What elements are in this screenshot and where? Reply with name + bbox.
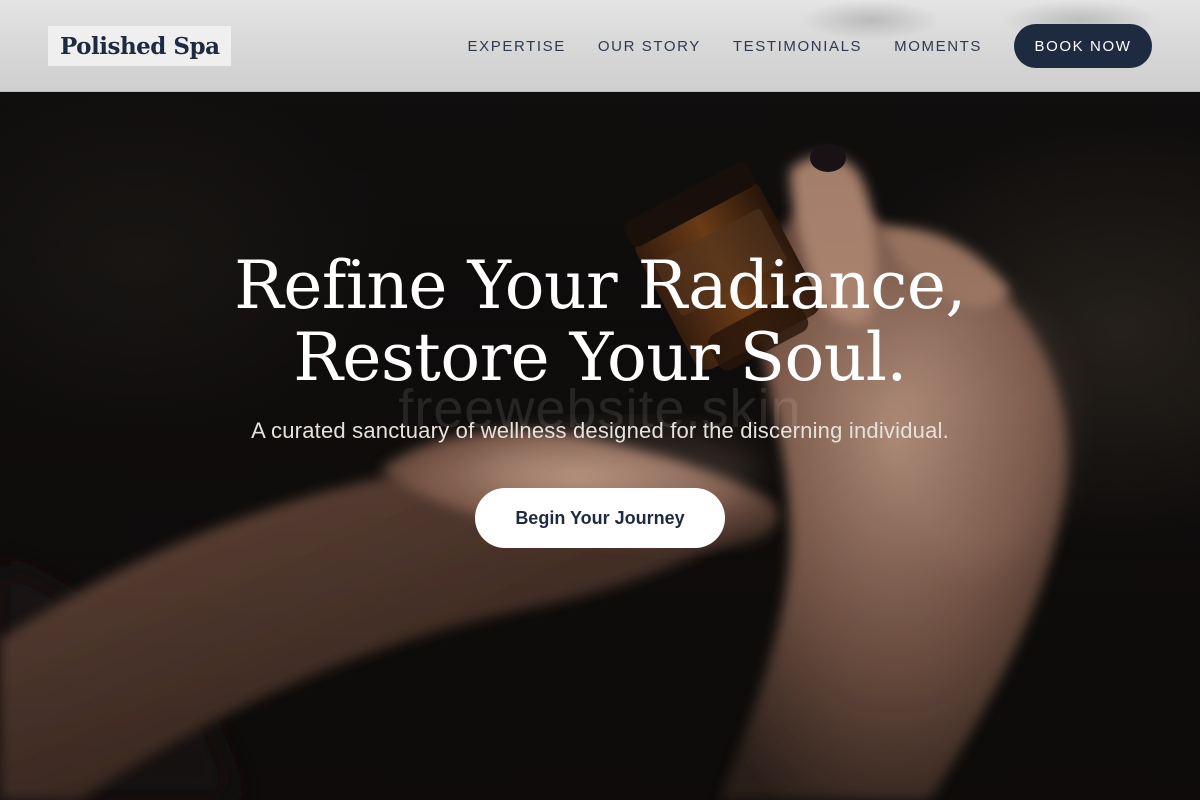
nav-link-moments[interactable]: MOMENTS bbox=[894, 38, 982, 55]
page: freewebsite.skin Refine Your Radiance, R… bbox=[0, 0, 1200, 800]
begin-journey-button[interactable]: Begin Your Journey bbox=[475, 488, 725, 548]
nav-link-expertise[interactable]: EXPERTISE bbox=[468, 38, 566, 55]
hero-title-line-2: Restore Your Soul. bbox=[293, 319, 907, 396]
hero-title-line-1: Refine Your Radiance, bbox=[234, 247, 966, 324]
book-now-button[interactable]: BOOK NOW bbox=[1014, 24, 1152, 68]
hero-content: Refine Your Radiance, Restore Your Soul.… bbox=[0, 250, 1200, 548]
logo-text: Polished Spa bbox=[60, 32, 220, 60]
site-header: Polished Spa EXPERTISE OUR STORY TESTIMO… bbox=[0, 0, 1200, 92]
nav-link-testimonials[interactable]: TESTIMONIALS bbox=[733, 38, 862, 55]
logo[interactable]: Polished Spa bbox=[48, 26, 232, 66]
hero-title: Refine Your Radiance, Restore Your Soul. bbox=[0, 250, 1200, 394]
hero-subtitle: A curated sanctuary of wellness designed… bbox=[251, 418, 949, 443]
main-nav: EXPERTISE OUR STORY TESTIMONIALS MOMENTS… bbox=[468, 24, 1152, 68]
nav-link-our-story[interactable]: OUR STORY bbox=[598, 38, 701, 55]
